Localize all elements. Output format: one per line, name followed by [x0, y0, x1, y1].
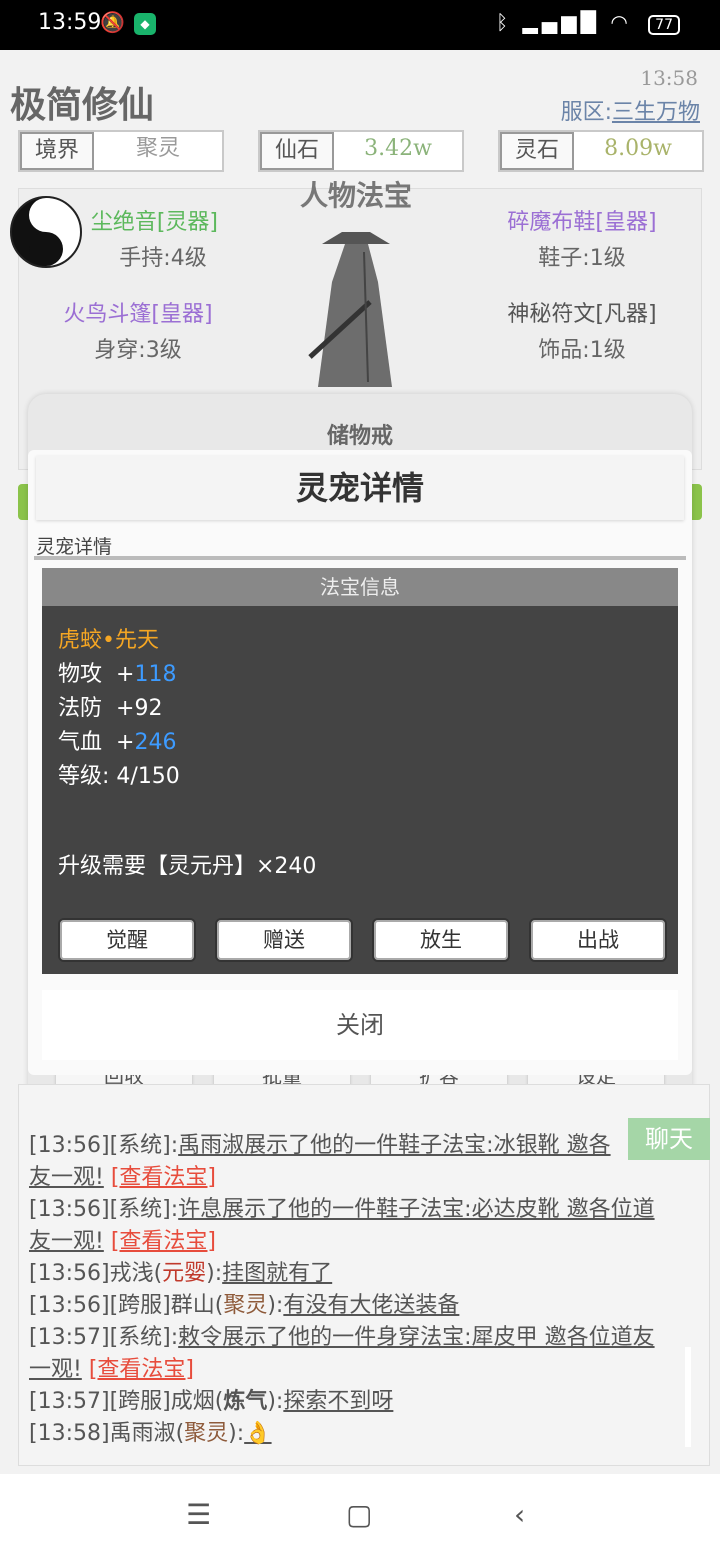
bluetooth-icon: ᛒ	[496, 10, 513, 34]
pet-level: 等级: 4/150	[58, 764, 180, 789]
stat-label: 物攻	[58, 662, 103, 687]
character-figure	[308, 232, 392, 387]
view-treasure-link[interactable]: [查看法宝]	[89, 1357, 194, 1382]
equip-item-accessory[interactable]: 神秘符文[凡器] 饰品:1级	[472, 296, 692, 364]
stat-spirit-stone-value: 8.09w	[604, 136, 672, 161]
pet-stat-hp: 气血 +246	[58, 730, 177, 755]
release-button[interactable]: 放生	[372, 918, 510, 962]
stat-realm: 境界 聚灵	[18, 130, 224, 172]
menu-icon[interactable]: ☰	[186, 1498, 211, 1531]
view-treasure-link[interactable]: [查看法宝]	[111, 1165, 216, 1190]
equip-item-name: 火鸟斗篷[皇器]	[63, 302, 213, 327]
chat-button[interactable]: 聊天	[628, 1118, 710, 1160]
pet-stat-magic-defense: 法防 +92	[58, 696, 163, 721]
chat-line: 友一观! [查看法宝]	[29, 1165, 216, 1190]
equip-item-name: 尘绝音[灵器]	[90, 210, 218, 235]
server-info: 服区:三生万物	[561, 94, 700, 126]
battery-icon: 77	[648, 15, 680, 35]
wifi-icon: ◠	[610, 10, 632, 34]
chat-line: [13:57][系统]:敕令展示了他的一件身穿法宝:犀皮甲 邀各位道友	[29, 1325, 655, 1350]
stat-spirit-stone: 灵石 8.09w	[498, 130, 704, 172]
equip-item-body[interactable]: 火鸟斗篷[皇器] 身穿:3级	[28, 296, 248, 364]
close-button[interactable]: 关闭	[42, 990, 678, 1060]
server-label: 服区:	[560, 100, 612, 125]
mute-icon: 🔕	[100, 10, 125, 34]
back-icon[interactable]: ‹	[514, 1498, 525, 1531]
chat-line: [13:56][系统]:禹雨淑展示了他的一件鞋子法宝:冰银靴 邀各	[29, 1133, 611, 1158]
equip-item-name: 神秘符文[凡器]	[507, 302, 657, 327]
equip-item-shoes[interactable]: 碎魔布鞋[皇器] 鞋子:1级	[472, 204, 692, 272]
system-nav-bar: ☰ ▢ ‹	[0, 1474, 720, 1560]
equip-item-name: 碎魔布鞋[皇器]	[507, 210, 657, 235]
equip-item-slot: 鞋子:1级	[538, 246, 626, 271]
chat-line: [13:56]戎浅(元婴):挂图就有了	[29, 1261, 333, 1286]
stat-value: 246	[134, 730, 177, 755]
pet-details-modal: 灵宠详情 灵宠详情 法宝信息 虎蛟•先天 物攻 +118 法防 +92 气血 +…	[28, 450, 692, 1075]
home-icon[interactable]: ▢	[346, 1498, 372, 1531]
stat-spirit-stone-label: 灵石	[500, 132, 574, 170]
info-panel-header: 法宝信息	[42, 568, 678, 606]
server-link[interactable]: 三生万物	[612, 100, 700, 125]
awaken-button[interactable]: 觉醒	[58, 918, 196, 962]
game-clock: 13:58	[640, 66, 698, 90]
stat-immortal-stone-value: 3.42w	[364, 136, 432, 161]
equip-item-slot: 身穿:3级	[94, 338, 182, 363]
upgrade-requirement: 升级需要【灵元丹】×240	[58, 854, 317, 879]
stat-immortal-stone-label: 仙石	[260, 132, 334, 170]
bg-strip-right	[692, 484, 702, 520]
chat-line: [13:56][跨服]群山(聚灵):有没有大佬送装备	[29, 1293, 460, 1318]
bg-strip-left	[18, 484, 28, 520]
stat-value: 92	[134, 696, 163, 721]
chat-log[interactable]: [13:56][系统]:禹雨淑展示了他的一件鞋子法宝:冰银靴 邀各 友一观! […	[18, 1084, 710, 1466]
equip-item-slot: 手持:4级	[119, 246, 207, 271]
deploy-button[interactable]: 出战	[529, 918, 667, 962]
stat-label: 气血	[58, 730, 103, 755]
pet-name: 虎蛟•先天	[58, 628, 159, 653]
chat-line: 一观! [查看法宝]	[29, 1357, 194, 1382]
equip-item-slot: 饰品:1级	[538, 338, 626, 363]
pet-modal-title: 灵宠详情	[36, 456, 684, 520]
stat-label: 法防	[58, 696, 103, 721]
status-time: 13:59	[38, 10, 102, 35]
status-bar: 13:59 🔕 ◆ ᛒ ▂▄▆█ ◠ 77	[0, 0, 720, 50]
shield-icon: ◆	[134, 13, 156, 35]
stat-immortal-stone: 仙石 3.42w	[258, 130, 464, 172]
chat-line: [13:57][跨服]成烟(炼气):探索不到呀	[29, 1389, 394, 1414]
chat-line: [13:56][系统]:许息展示了他的一件鞋子法宝:必达皮靴 邀各位道	[29, 1197, 655, 1222]
gift-button[interactable]: 赠送	[215, 918, 353, 962]
tab-underline	[34, 556, 686, 560]
pet-tab[interactable]: 灵宠详情	[36, 532, 112, 559]
stat-realm-label: 境界	[20, 132, 94, 170]
chat-line: 友一观! [查看法宝]	[29, 1229, 216, 1254]
app-title: 极简修仙	[10, 84, 155, 126]
equip-item-hand[interactable]: 尘绝音[灵器] 手持:4级	[0, 204, 276, 272]
pet-stat-attack: 物攻 +118	[58, 662, 177, 687]
view-treasure-link[interactable]: [查看法宝]	[111, 1229, 216, 1254]
equipment-section-title: 人物法宝	[300, 179, 413, 212]
chat-scrollbar[interactable]	[685, 1347, 691, 1447]
status-icons: ᛒ ▂▄▆█ ◠ 77	[496, 10, 680, 35]
signal-icon: ▂▄▆█	[522, 10, 600, 34]
stat-realm-value: 聚灵	[135, 136, 180, 161]
chat-line: [13:58]禹雨淑(聚灵):👌	[29, 1421, 272, 1446]
stat-value: 118	[134, 662, 177, 687]
treasure-info-panel: 法宝信息 虎蛟•先天 物攻 +118 法防 +92 气血 +246 等级: 4/…	[42, 568, 678, 974]
storage-modal-title: 储物戒	[326, 424, 393, 449]
